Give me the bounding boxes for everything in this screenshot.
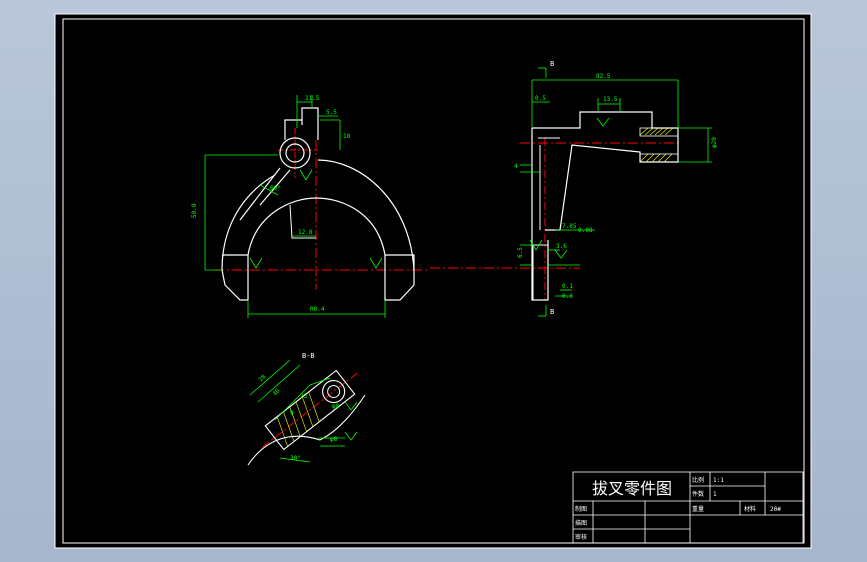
dim-sec-hole2: φ8	[330, 436, 338, 443]
dim-arm-angle: 60°	[270, 185, 281, 192]
dim-top-width-b: 5.5	[326, 109, 337, 116]
drawing-canvas: 11.5 5.5 18 50.8 60° 12.8 R0.4 B B 82.5 …	[54, 13, 812, 549]
dim-lug-height: 18	[343, 133, 351, 140]
dim-slot-inner: 12.8	[298, 229, 313, 236]
drawing-sheet	[54, 13, 812, 549]
dim-top-width-a: 11.5	[305, 95, 320, 102]
weight-label: 重量	[692, 505, 704, 513]
dim-tip-h: 6.5	[517, 247, 524, 258]
section-label-top: B	[550, 60, 554, 68]
dim-side-depth: 7.85	[562, 223, 577, 230]
qty-label: 件数	[692, 490, 704, 498]
dim-sec-d: 9	[290, 410, 294, 417]
dim-side-small: 4	[514, 163, 518, 170]
material-value: 20#	[770, 506, 781, 513]
dim-sec-hole: φ8	[332, 403, 340, 410]
section-view-title: B-B	[302, 352, 315, 360]
dim-tip-thk: 3.6	[556, 243, 567, 250]
dim-sec-angle: 30°	[290, 455, 301, 462]
designer-label: 描图	[575, 519, 587, 527]
dim-side-slot: 13.5	[603, 96, 618, 103]
qty-value: 1	[713, 491, 717, 498]
dim-sec-c: 23	[300, 393, 308, 400]
dim-fork-span: R0.4	[310, 306, 325, 313]
reviewer-label: 审核	[575, 533, 587, 541]
scale-label: 比例	[692, 476, 704, 484]
scale-value: 1:1	[713, 477, 724, 484]
dim-side-overall: 82.5	[596, 73, 611, 80]
dim-side-depth2: 0.08	[578, 227, 593, 234]
dim-fork-height: 50.8	[191, 203, 198, 218]
dim-tip-t1: 0.1	[562, 283, 573, 290]
dim-side-offset: 0.5	[535, 95, 546, 102]
dim-tip-t2: 0.3	[562, 293, 573, 300]
material-label: 材料	[744, 505, 756, 513]
dim-side-bore: φ20	[711, 137, 718, 148]
drawing-title: 拔叉零件图	[592, 479, 672, 498]
section-label-bottom: B	[550, 308, 554, 316]
drafter-label: 制图	[575, 505, 587, 513]
